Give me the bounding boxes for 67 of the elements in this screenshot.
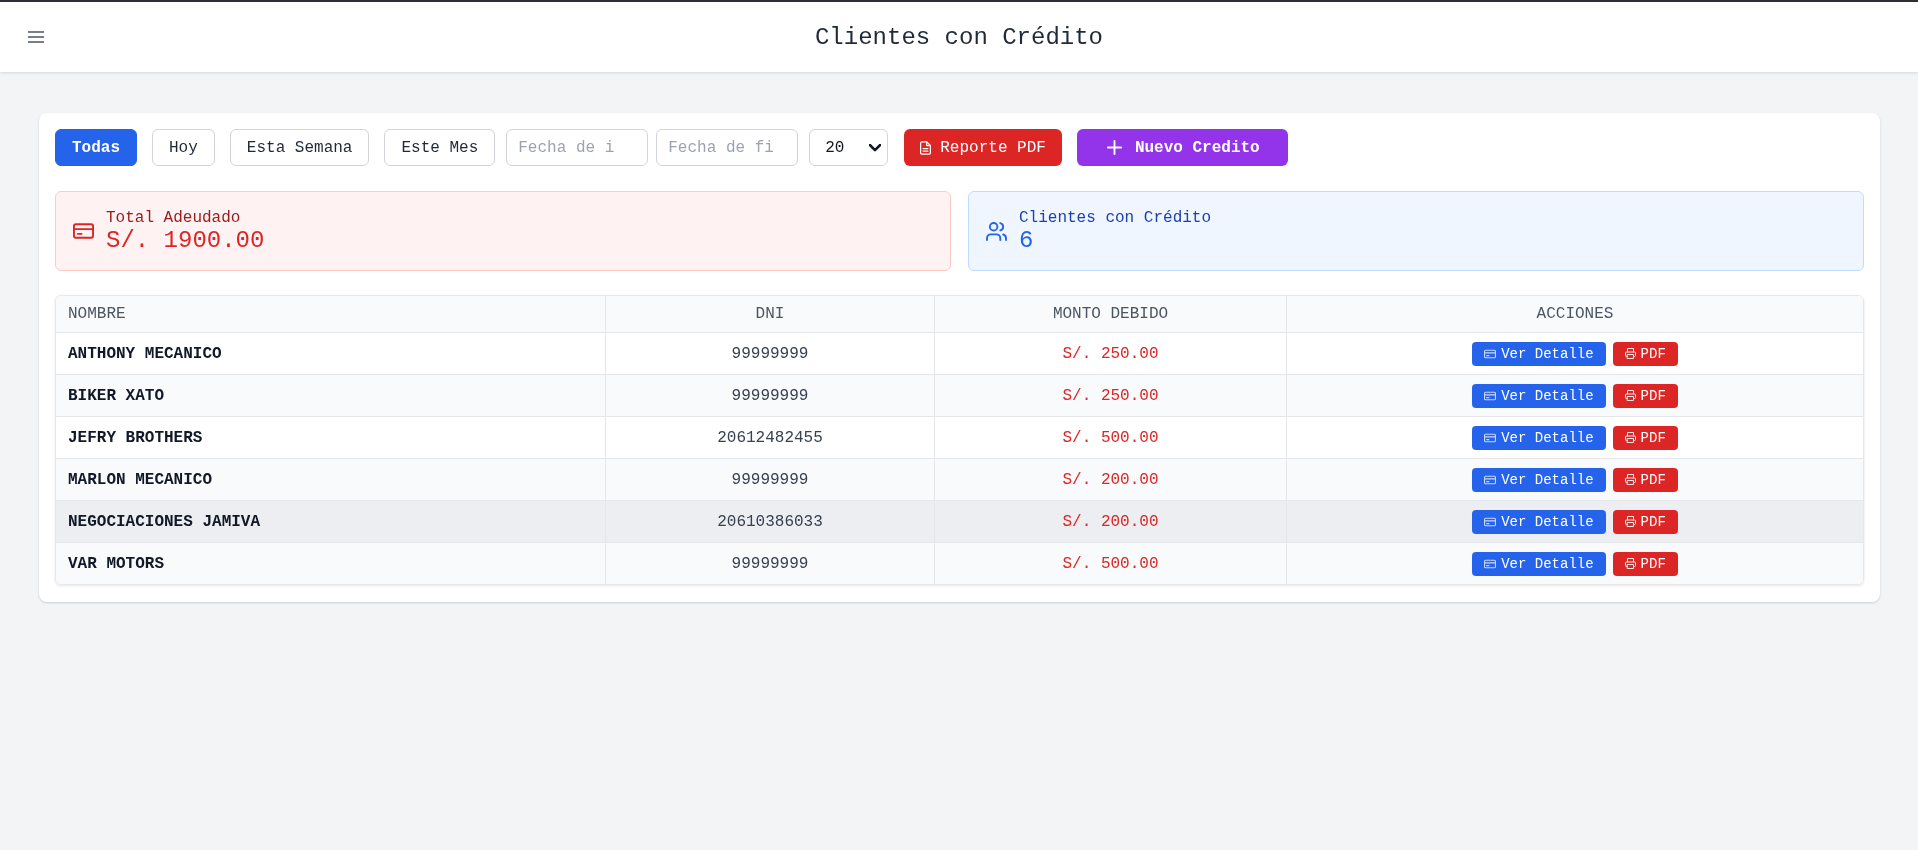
table-cell: JEFRY BROTHERS	[56, 417, 606, 458]
table-cell: 20610386033	[606, 501, 935, 542]
table-cell: 99999999	[606, 375, 935, 416]
table-cell: MARLON MECANICO	[56, 459, 606, 500]
summary-label: Clientes con Crédito	[1019, 208, 1212, 227]
table-cell: NEGOCIACIONES JAMIVA	[56, 501, 606, 542]
pdf-button[interactable]: PDF	[1612, 467, 1678, 492]
view-detail-button[interactable]: Ver Detalle	[1472, 425, 1606, 450]
page-title: Clientes con Crédito	[814, 23, 1103, 51]
date-input[interactable]: Fecha de i	[506, 129, 649, 166]
printer-icon	[1624, 348, 1636, 359]
printer-icon	[1624, 558, 1636, 569]
pdf-button[interactable]: PDF	[1612, 509, 1678, 534]
column-header: NOMBRE	[56, 296, 606, 332]
table-cell: 99999999	[606, 459, 935, 500]
column-header: MONTO DEBIDO	[935, 296, 1287, 332]
credit-card-icon	[1484, 348, 1497, 359]
printer-icon	[1624, 432, 1636, 443]
credit-card-icon	[73, 223, 94, 239]
table-cell: S/. 500.00	[935, 543, 1287, 584]
filter-button[interactable]: Este Mes	[384, 129, 496, 166]
table-cell: 99999999	[606, 333, 935, 374]
file-icon	[920, 140, 932, 155]
column-header: DNI	[606, 296, 935, 332]
report-pdf-button[interactable]: Reporte PDF	[904, 129, 1062, 166]
filter-button[interactable]: Esta Semana	[229, 129, 370, 166]
menu-button[interactable]	[26, 29, 46, 45]
table-cell: BIKER XATO	[56, 375, 606, 416]
users-icon	[986, 221, 1007, 241]
pdf-button[interactable]: PDF	[1612, 425, 1678, 450]
summary-value: 6	[1019, 226, 1035, 254]
view-detail-button[interactable]: Ver Detalle	[1472, 551, 1606, 576]
menu-icon	[28, 31, 44, 43]
table-cell: S/. 200.00	[935, 459, 1287, 500]
table-cell: S/. 250.00	[935, 375, 1287, 416]
printer-icon	[1624, 474, 1636, 485]
printer-icon	[1624, 516, 1636, 527]
table-cell: S/. 250.00	[935, 333, 1287, 374]
credit-card-icon	[1484, 516, 1497, 527]
new-credit-button[interactable]: Nuevo Credito	[1076, 129, 1288, 166]
column-header: ACCIONES	[1535, 304, 1615, 325]
credit-card-icon	[1484, 474, 1497, 485]
view-detail-button[interactable]: Ver Detalle	[1472, 467, 1606, 492]
chevron-down-icon	[869, 143, 882, 152]
table-cell: 20612482455	[606, 417, 935, 458]
date-input[interactable]: Fecha de fi	[656, 129, 799, 166]
credit-card-icon	[1484, 558, 1497, 569]
pdf-button[interactable]: PDF	[1612, 551, 1678, 576]
summary-label: Total Adeudado	[106, 208, 242, 227]
summary-value: S/. 1900.00	[106, 226, 265, 254]
printer-icon	[1624, 390, 1636, 401]
view-detail-button[interactable]: Ver Detalle	[1472, 341, 1606, 366]
page-size-select[interactable]: 20	[809, 129, 889, 166]
filter-button[interactable]: Todas	[55, 129, 137, 166]
table-cell: VAR MOTORS	[56, 543, 606, 584]
pdf-button[interactable]: PDF	[1612, 383, 1678, 408]
table-cell: ANTHONY MECANICO	[56, 333, 606, 374]
credit-card-icon	[1484, 432, 1497, 443]
view-detail-button[interactable]: Ver Detalle	[1472, 509, 1606, 534]
credit-card-icon	[1484, 390, 1497, 401]
table-cell: S/. 200.00	[935, 501, 1287, 542]
plus-icon	[1106, 140, 1122, 155]
view-detail-button[interactable]: Ver Detalle	[1472, 383, 1606, 408]
filter-button[interactable]: Hoy	[152, 129, 215, 166]
table-cell: S/. 500.00	[935, 417, 1287, 458]
pdf-button[interactable]: PDF	[1612, 341, 1678, 366]
table-cell: 99999999	[606, 543, 935, 584]
